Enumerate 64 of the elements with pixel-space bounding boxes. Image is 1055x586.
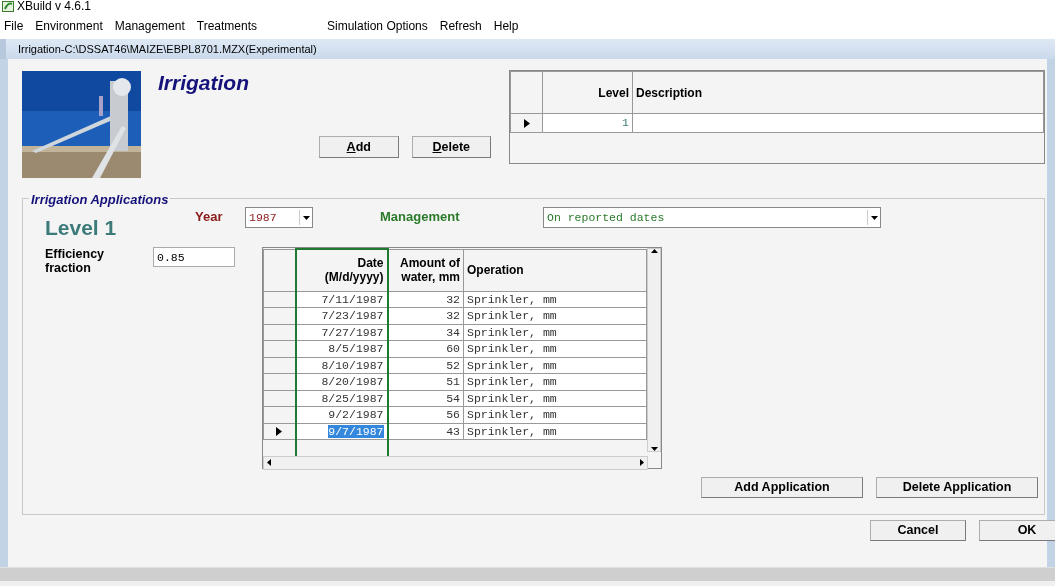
year-label: Year	[195, 208, 224, 226]
table-cell: Sprinkler, mm	[467, 342, 557, 356]
row-pointer-icon	[276, 427, 283, 437]
column-header: Description	[632, 71, 1044, 114]
scroll-left-icon	[267, 459, 271, 466]
efficiency-label: Efficiency fraction	[45, 247, 106, 276]
window-title: Irrigation-C:\DSSAT46\MAIZE\EBPL8701.MZX(Experimental)	[18, 43, 317, 55]
table-cell: 60	[446, 342, 460, 356]
menu-item[interactable]: Environment	[35, 17, 109, 35]
table-cell: 54	[446, 391, 460, 405]
table-cell: Sprinkler, mm	[467, 391, 557, 405]
table-cell: Sprinkler, mm	[467, 325, 557, 339]
table-cell: 8/20/1987	[321, 375, 384, 389]
table-cell: Sprinkler, mm	[467, 292, 557, 306]
table-cell: 51	[446, 375, 460, 389]
table-cell: 7/11/1987	[321, 292, 384, 306]
column-header[interactable]: Operation	[463, 249, 647, 291]
year-dropdown[interactable]: 1987	[245, 207, 313, 228]
management-label: Management	[380, 208, 461, 226]
dropdown-arrow-icon	[302, 215, 310, 220]
table-cell: 8/25/1987	[321, 391, 384, 405]
menu-item[interactable]: Refresh	[439, 17, 488, 35]
table-cell: Sprinkler, mm	[467, 424, 557, 438]
scroll-right-icon	[640, 459, 644, 466]
horizontal-scrollbar[interactable]	[263, 455, 648, 470]
delete-button[interactable]: Delete	[411, 136, 491, 158]
ok-button[interactable]: OK	[979, 520, 1055, 541]
table-cell: 7/23/1987	[321, 309, 384, 323]
scroll-down-icon	[650, 447, 658, 451]
table-cell: Sprinkler, mm	[467, 375, 557, 389]
table-cell: 9/2/1987	[328, 408, 384, 422]
table-cell: 7/27/1987	[321, 325, 384, 339]
app-icon	[2, 1, 14, 12]
table-cell: Sprinkler, mm	[467, 408, 557, 422]
add-application-button[interactable]: Add Application	[701, 477, 863, 498]
table-cell: 8/10/1987	[321, 358, 384, 372]
table-cell: 52	[446, 358, 460, 372]
menu-item[interactable]: Treatments	[196, 17, 263, 35]
level-label: Level 1	[45, 215, 118, 241]
cancel-button[interactable]: Cancel	[870, 520, 966, 541]
table-cell: Sprinkler, mm	[467, 309, 557, 323]
management-dropdown[interactable]: On reported dates	[543, 207, 881, 228]
table-cell: Sprinkler, mm	[467, 358, 557, 372]
app-title: XBuild v 4.6.1	[17, 0, 92, 13]
table-cell: 34	[446, 325, 460, 339]
table-cell: 56	[446, 408, 460, 422]
dropdown-arrow-icon	[870, 215, 878, 220]
menu-item[interactable]: Management	[114, 17, 191, 35]
menu-item[interactable]: Simulation Options	[327, 17, 434, 35]
table-cell: 32	[446, 309, 460, 323]
table-cell: 8/5/1987	[328, 342, 384, 356]
table-cell: 9/7/1987	[328, 424, 384, 438]
column-header[interactable]: Amount of water, mm	[387, 249, 464, 291]
dialog-heading: Irrigation	[158, 70, 249, 96]
table-cell: 32	[446, 292, 460, 306]
delete-application-button[interactable]: Delete Application	[876, 477, 1038, 498]
add-button[interactable]: Add	[319, 136, 399, 158]
menu-item[interactable]: Help	[493, 17, 525, 35]
column-header: Level	[542, 71, 633, 114]
table-cell: 43	[446, 424, 460, 438]
vertical-scrollbar[interactable]	[647, 248, 661, 452]
scroll-up-icon	[650, 249, 658, 253]
menu-item[interactable]: File	[4, 17, 30, 35]
efficiency-field[interactable]: 0.85	[153, 247, 235, 267]
